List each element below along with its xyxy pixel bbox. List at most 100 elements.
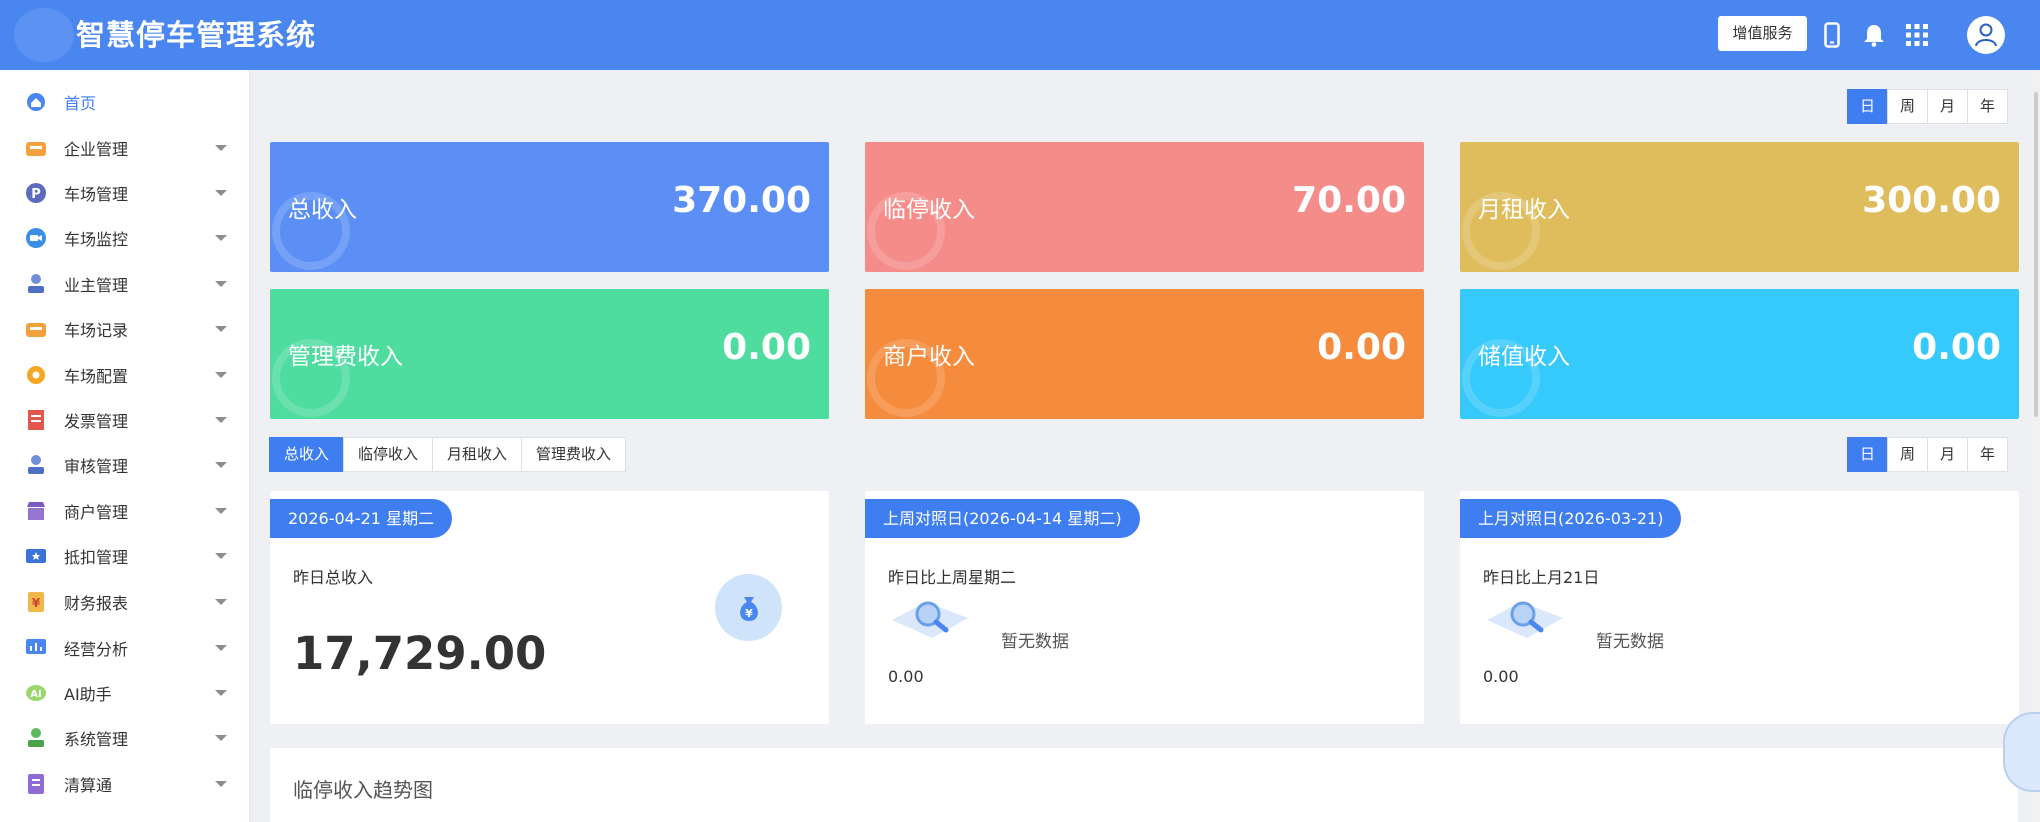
sidebar-item-label: 发票管理 (64, 412, 129, 431)
sidebar-item-enterprise[interactable]: 企业管理 (0, 126, 250, 170)
period-month-button[interactable]: 月 (1927, 89, 1968, 124)
period-year-button[interactable]: 年 (1967, 89, 2008, 124)
period-day-button[interactable]: 日 (1847, 437, 1888, 472)
system-icon (25, 727, 47, 749)
chevron-down-icon (215, 326, 227, 332)
value-added-services-button[interactable]: 增值服务 (1718, 16, 1807, 51)
store-icon (25, 500, 47, 522)
stat-value: 0.00 (722, 327, 811, 368)
sidebar-item-deduction[interactable]: 抵扣管理 (0, 534, 250, 578)
comparison-amount: 0.00 (1483, 667, 1519, 686)
panel-yesterday: 2026-04-21 星期二 昨日总收入 17,729.00 ¥ (270, 491, 829, 724)
svg-text:P: P (31, 187, 41, 202)
tab-temp-parking-income[interactable]: 临停收入 (343, 437, 434, 472)
empty-search-icon (1487, 601, 1563, 638)
sidebar-item-parking-config[interactable]: 车场配置 (0, 353, 250, 397)
sidebar-item-ai-assistant[interactable]: AI AI助手 (0, 671, 250, 715)
panel-caption: 昨日比上月21日 (1483, 568, 1600, 587)
period-day-button[interactable]: 日 (1847, 89, 1888, 124)
stat-label: 管理费收入 (288, 344, 403, 370)
stat-value: 300.00 (1862, 180, 2001, 221)
stat-label: 商户收入 (883, 344, 975, 370)
sidebar-item-invoice[interactable]: 发票管理 (0, 398, 250, 442)
chevron-down-icon (215, 553, 227, 559)
date-pill: 上周对照日(2026-04-14 星期二) (865, 499, 1140, 538)
sidebar-item-finance[interactable]: ¥ 财务报表 (0, 580, 250, 624)
date-pill: 上月对照日(2026-03-21) (1460, 499, 1682, 538)
chevron-down-icon (215, 781, 227, 787)
tab-management-fee-income[interactable]: 管理费收入 (521, 437, 627, 472)
panel-last-week: 上周对照日(2026-04-14 星期二) 昨日比上周星期二 暂无数据 0.00 (865, 491, 1424, 724)
stat-value: 370.00 (672, 180, 811, 221)
money-bag-icon: ¥ (715, 574, 782, 641)
sidebar-item-label: 车场监控 (64, 230, 129, 249)
period-week-button[interactable]: 周 (1887, 437, 1928, 472)
period-year-button[interactable]: 年 (1967, 437, 2008, 472)
chevron-down-icon (215, 190, 227, 196)
sidebar-item-merchant[interactable]: 商户管理 (0, 489, 250, 533)
top-header: 智慧停车管理系统 增值服务 (0, 0, 2040, 70)
sidebar-item-analytics[interactable]: 经营分析 (0, 626, 250, 670)
person-icon (25, 273, 47, 295)
period-toggle-bottom: 日 周 月 年 (1847, 437, 2008, 472)
sidebar-item-label: 商户管理 (64, 503, 129, 522)
sidebar-item-label: 车场配置 (64, 367, 129, 386)
scrollbar-thumb[interactable] (2034, 92, 2038, 417)
chevron-down-icon (215, 599, 227, 605)
yesterday-total-amount: 17,729.00 (293, 627, 547, 680)
stat-card-stored-value-income: 储值收入 0.00 (1460, 289, 2019, 419)
stat-label: 储值收入 (1478, 344, 1570, 370)
period-month-button[interactable]: 月 (1927, 437, 1968, 472)
stat-value: 0.00 (1317, 327, 1406, 368)
svg-text:¥: ¥ (745, 607, 753, 620)
sidebar-item-owner[interactable]: 业主管理 (0, 262, 250, 306)
sidebar: 首页 企业管理 P 车场管理 车场监控 业主管理 车场记录 车场配置 发票管理 … (0, 70, 250, 822)
panel-last-month: 上月对照日(2026-03-21) 昨日比上月21日 暂无数据 0.00 (1460, 491, 2019, 724)
analytics-icon (25, 637, 47, 659)
stat-card-merchant-income: 商户收入 0.00 (865, 289, 1424, 419)
stat-label: 月租收入 (1478, 197, 1570, 223)
sidebar-item-home[interactable]: 首页 (0, 80, 250, 124)
stat-value: 0.00 (1912, 327, 2001, 368)
coupon-icon (25, 545, 47, 567)
sidebar-item-label: 清算通 (64, 776, 113, 795)
stat-card-monthly-rent-income: 月租收入 300.00 (1460, 142, 2019, 272)
stat-card-total-income: 总收入 370.00 (270, 142, 829, 272)
stat-card-temp-parking-income: 临停收入 70.00 (865, 142, 1424, 272)
period-toggle-top: 日 周 月 年 (1847, 89, 2008, 124)
chevron-down-icon (215, 145, 227, 151)
sidebar-item-audit[interactable]: 审核管理 (0, 443, 250, 487)
user-avatar-icon[interactable] (1967, 16, 2005, 54)
camera-icon (25, 227, 47, 249)
chevron-down-icon (215, 417, 227, 423)
bell-icon[interactable] (1859, 20, 1889, 50)
svg-text:¥: ¥ (32, 596, 41, 610)
sidebar-item-label: AI助手 (64, 685, 112, 704)
sidebar-item-monitor[interactable]: 车场监控 (0, 216, 250, 260)
svg-text:AI: AI (30, 689, 41, 700)
empty-search-icon (892, 601, 968, 638)
chevron-down-icon (215, 281, 227, 287)
tab-total-income[interactable]: 总收入 (269, 437, 345, 472)
chevron-down-icon (215, 645, 227, 651)
panel-caption: 昨日总收入 (293, 568, 374, 587)
clearing-icon (25, 773, 47, 795)
sidebar-item-system[interactable]: 系统管理 (0, 716, 250, 760)
sidebar-item-label: 业主管理 (64, 276, 129, 295)
sidebar-item-label: 经营分析 (64, 640, 129, 659)
app-title: 智慧停车管理系统 (76, 18, 317, 52)
tab-monthly-rent-income[interactable]: 月租收入 (432, 437, 523, 472)
robot-assistant-icon[interactable] (2003, 712, 2040, 792)
grid-icon[interactable] (1902, 20, 1932, 50)
stat-value: 70.00 (1292, 180, 1406, 221)
sidebar-item-parking[interactable]: P 车场管理 (0, 171, 250, 215)
parking-icon: P (25, 182, 47, 204)
sidebar-item-label: 车场管理 (64, 185, 129, 204)
sidebar-item-parking-record[interactable]: 车场记录 (0, 307, 250, 351)
income-type-tabs: 总收入 临停收入 月租收入 管理费收入 (269, 437, 627, 472)
mobile-icon[interactable] (1817, 20, 1847, 50)
sidebar-item-clearing[interactable]: 清算通 (0, 762, 250, 806)
sidebar-item-label: 系统管理 (64, 730, 129, 749)
chevron-down-icon (215, 508, 227, 514)
period-week-button[interactable]: 周 (1887, 89, 1928, 124)
